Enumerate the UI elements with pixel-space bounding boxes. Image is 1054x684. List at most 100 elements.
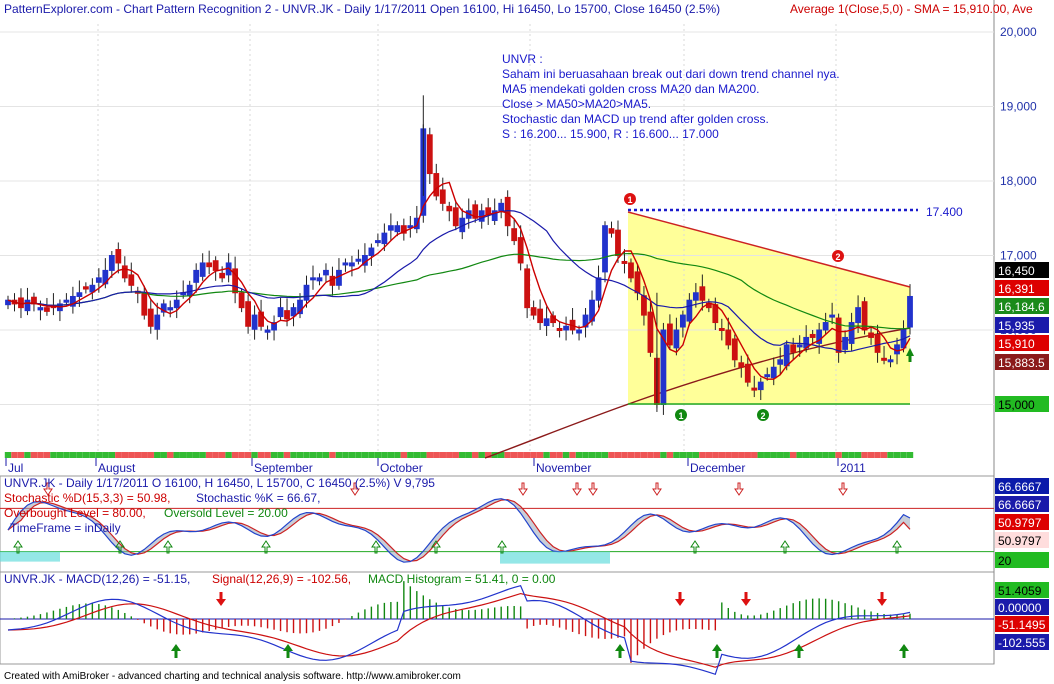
date-strip-bar [770,452,777,458]
candle-body [44,307,50,312]
date-strip-bar [802,452,810,458]
candle-body [368,247,375,257]
candle-body [387,225,394,231]
marker-green-2-label: 2 [760,411,765,421]
price-title-sma: Average 1(Close,5,0) - SMA = 15,910.00, … [790,2,1033,16]
candle-body [563,325,569,331]
date-strip-bar [738,452,745,458]
date-strip-bar [686,452,693,458]
candle-body [796,344,803,348]
stoch-title-4: TimeFrame = inDaily [10,521,121,535]
date-strip-bar [56,452,64,458]
date-strip-bar [647,452,654,458]
candle-body [212,260,219,271]
date-strip-bar [128,452,135,458]
date-strip-bar [452,452,459,458]
date-strip-bar [478,452,485,458]
candle-body [264,329,271,333]
date-strip-bar [205,452,213,458]
candle-body [342,262,349,266]
date-strip-bar [595,452,602,458]
candle-body [673,329,680,349]
annotation-line-4: Close > MA50>MA20>MA5. [502,97,651,111]
date-strip-bar [167,452,174,458]
candle-body [777,359,784,365]
date-strip-bar [102,452,109,458]
candle-body [907,295,913,328]
date-strip-bar [24,452,31,458]
candle-body [855,307,861,324]
date-strip-bar [322,452,330,458]
annotation-line-1: UNVR : [502,52,543,66]
date-strip-bar [796,452,803,458]
stoch-oversold-fill [500,551,610,564]
stoch-oversold-fill [0,551,60,562]
date-strip-bar [828,452,836,458]
date-strip-bar [63,452,70,458]
date-strip-bar [30,452,38,458]
date-strip-bar [764,452,771,458]
date-strip-bar [4,452,12,458]
candle-body [868,332,874,338]
date-strip-bar [231,452,239,458]
marker-red-2: 2 [832,250,844,262]
candle-body [543,318,550,327]
marker-green-2: 2 [757,409,769,421]
date-strip-bar [549,452,557,458]
date-strip-bar [180,452,187,458]
date-strip-bar [296,452,304,458]
candle-body [641,295,647,316]
date-strip-bar [108,452,116,458]
date-strip-bar [465,452,472,458]
date-strip-bar [407,452,414,458]
candle-body [303,284,310,301]
date-strip-bar [134,452,141,458]
date-strip-bar [283,452,291,458]
date-strip-bar [413,452,421,458]
candle-body [517,237,524,264]
target-label: 17.400 [926,205,963,219]
date-strip-bar [199,452,206,458]
price-value-boxes: 16,450 16,391 16,184.6 15,935 15,910 15,883.5… [995,262,1049,412]
date-strip-bar [731,452,738,458]
date-strip-bar [43,452,51,458]
candle-body [238,292,245,309]
date-strip-bar [582,452,589,458]
footer-credit: Created with AmiBroker - advanced charti… [4,671,461,682]
date-strip-bar [225,452,232,458]
date-strip-bar [309,452,317,458]
date-strip-bar [601,452,609,458]
date-strip-bar [906,452,914,458]
marker-green-1: 1 [675,409,687,421]
candle-body [277,307,284,318]
candle-body [738,362,745,368]
candle-body [718,328,725,332]
candle-body [608,228,615,234]
date-strip-bar [841,452,849,458]
date-strip-bar [757,452,764,458]
candle-body [349,262,355,267]
date-strip-bar [517,452,524,458]
candle-body [731,338,738,361]
candle-body [193,269,200,283]
date-strip-bar [420,452,427,458]
price-value-text: 16,391 [998,282,1035,296]
candle-body [121,265,128,279]
candle-body [498,202,505,212]
candle-body [128,274,135,286]
candle-body [602,225,608,273]
candle-body [537,308,544,324]
candle-body [595,277,602,301]
price-y-axis: 20,00019,00018,00017,00016,00015,000 [1000,25,1037,412]
date-strip-bar [141,452,148,458]
candle-body [115,249,122,264]
date-strip-bar [874,452,881,458]
candle-body [524,268,531,309]
date-strip-bar [822,452,829,458]
date-strip-bar [472,452,479,458]
candle-body [764,374,771,378]
y-tick-label: 20,000 [1000,25,1037,39]
y-tick-label: 18,000 [1000,174,1037,188]
date-strip-bar [893,452,901,458]
candle-body [452,207,459,227]
